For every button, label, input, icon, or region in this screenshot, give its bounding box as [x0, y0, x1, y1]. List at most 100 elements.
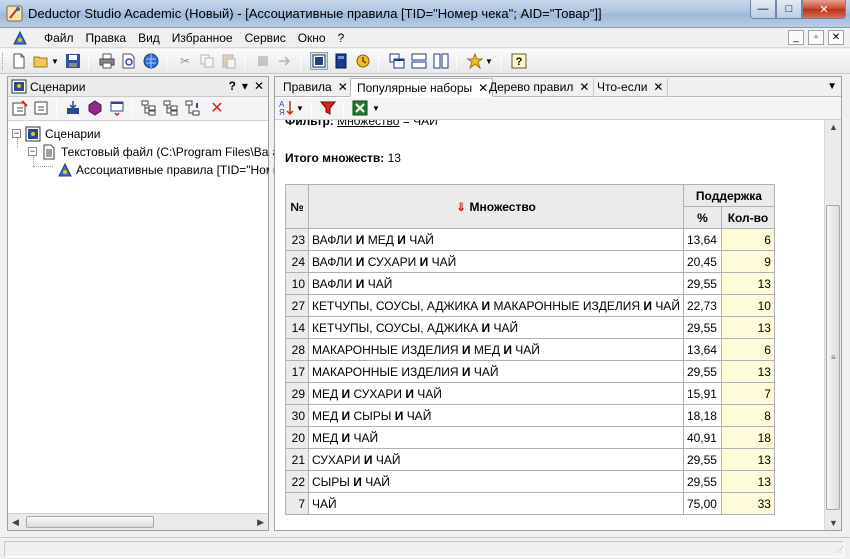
mdi-minimize-button[interactable]: _ [788, 30, 804, 45]
table-row[interactable]: 7 ЧАЙ 75,00 33 [285, 492, 775, 515]
column-header-count[interactable]: Кол-во [720, 206, 775, 229]
cascade-icon[interactable] [388, 52, 406, 70]
table-row[interactable]: 10 ВАФЛИ И ЧАЙ 29,55 13 [285, 272, 775, 295]
sort-icon[interactable]: AЯ [277, 99, 295, 117]
tree-item-association-rules[interactable]: Ассоциативные правила [TID="Номер [8, 161, 287, 179]
panel-menu-button[interactable]: ▾ [242, 79, 248, 93]
export-dropdown-icon[interactable]: ▼ [371, 99, 381, 117]
process-icon[interactable] [86, 99, 104, 117]
scrollbar-thumb[interactable] [26, 516, 154, 528]
paste-icon[interactable] [220, 52, 238, 70]
tab-close-icon[interactable]: ✕ [338, 80, 348, 94]
toolbar-grip[interactable] [2, 53, 5, 70]
copy-icon[interactable] [198, 52, 216, 70]
menu-file[interactable]: Файл [38, 31, 80, 45]
column-header-support[interactable]: Поддержка [682, 184, 775, 207]
row-itemset: ЧАЙ [308, 492, 684, 515]
table-row[interactable]: 20 МЕД И ЧАЙ 40,91 18 [285, 426, 775, 449]
document-icon[interactable] [12, 30, 28, 46]
menu-favorites[interactable]: Избранное [166, 31, 239, 45]
table-row[interactable]: 28 МАКАРОННЫЕ ИЗДЕЛИЯ И МЕД И ЧАЙ 13,64 6 [285, 338, 775, 361]
export-icon[interactable] [108, 99, 126, 117]
scroll-left-icon[interactable]: ◀ [12, 517, 19, 528]
tab-close-icon[interactable]: ✕ [653, 80, 663, 94]
scroll-right-icon[interactable]: ▶ [257, 517, 264, 528]
mdi-restore-button[interactable]: ▫ [808, 30, 824, 45]
run-icon[interactable] [254, 52, 272, 70]
tree-order-icon[interactable] [184, 99, 202, 117]
table-row[interactable]: 21 СУХАРИ И ЧАЙ 29,55 13 [285, 448, 775, 471]
resize-grip-icon[interactable]: ⋰ [836, 545, 848, 557]
row-support-percent: 29,55 [682, 360, 722, 383]
expand-tree-icon[interactable] [140, 99, 158, 117]
collapse-tree-icon[interactable] [162, 99, 180, 117]
panel-splitter[interactable] [269, 76, 273, 531]
close-button[interactable]: ✕ [802, 0, 846, 19]
tree-horizontal-scrollbar[interactable]: ◀ ▶ [8, 513, 268, 530]
print-icon[interactable] [98, 52, 116, 70]
tab-rules[interactable]: Правила ✕ [277, 78, 353, 97]
tab-close-icon[interactable]: ✕ [579, 80, 589, 94]
menu-service[interactable]: Сервис [239, 31, 292, 45]
save-icon[interactable] [64, 52, 82, 70]
item-name: ЧАЙ [417, 386, 442, 401]
scroll-down-icon[interactable]: ▼ [829, 518, 838, 528]
excel-export-icon[interactable] [351, 99, 369, 117]
tab-rules-tree[interactable]: Дерево правил ✕ [483, 78, 595, 97]
panel-help-button[interactable]: ? [229, 79, 236, 93]
tree-expander[interactable]: − [12, 129, 21, 138]
filter-icon[interactable] [319, 99, 337, 117]
row-support-percent: 29,55 [682, 272, 722, 295]
filter-field-link[interactable]: Множество [337, 120, 399, 128]
properties-icon[interactable] [11, 99, 29, 117]
mdi-close-button[interactable]: ✕ [828, 30, 844, 45]
new-file-icon[interactable] [10, 52, 28, 70]
table-row[interactable]: 27 КЕТЧУПЫ, СОУСЫ, АДЖИКА И МАКАРОННЫЕ ИЗ… [285, 294, 775, 317]
monitor-icon[interactable] [354, 52, 372, 70]
scenario-panel-icon[interactable] [310, 52, 328, 70]
favorites-star-icon[interactable] [466, 52, 484, 70]
print-preview-icon[interactable] [120, 52, 138, 70]
open-folder-icon[interactable] [32, 52, 50, 70]
open-dropdown-icon[interactable]: ▼ [50, 52, 60, 70]
content-vertical-scrollbar[interactable]: ▲ ≡ ▼ [824, 120, 841, 530]
globe-icon[interactable] [142, 52, 160, 70]
table-row[interactable]: 14 КЕТЧУПЫ, СОУСЫ, АДЖИКА И ЧАЙ 29,55 13 [285, 316, 775, 339]
tree-item-scenarios[interactable]: − Сценарии [8, 125, 268, 143]
tabs-dropdown-icon[interactable]: ▼ [827, 81, 837, 92]
table-row[interactable]: 29 МЕД И СУХАРИ И ЧАЙ 15,91 7 [285, 382, 775, 405]
tab-popular-sets[interactable]: Популярные наборы ✕ [350, 78, 494, 97]
total-sets-value: 13 [387, 151, 401, 165]
menu-view[interactable]: Вид [132, 31, 166, 45]
tree-item-text-file[interactable]: − Текстовый файл (C:\Program Files\BaseG [8, 143, 290, 161]
tree-expander[interactable]: − [28, 147, 37, 156]
sort-dropdown-icon[interactable]: ▼ [295, 99, 305, 117]
scrollbar-thumb[interactable]: ≡ [826, 205, 840, 510]
menu-window[interactable]: Окно [292, 31, 332, 45]
column-header-percent[interactable]: % [682, 206, 722, 229]
scroll-up-icon[interactable]: ▲ [829, 122, 838, 132]
maximize-button[interactable]: □ [776, 0, 802, 19]
tile-horizontal-icon[interactable] [410, 52, 428, 70]
minimize-button[interactable]: — [750, 0, 776, 19]
cut-icon[interactable]: ✂ [176, 52, 194, 70]
help-icon[interactable]: ? [510, 52, 528, 70]
table-row[interactable]: 30 МЕД И СЫРЫ И ЧАЙ 18,18 8 [285, 404, 775, 427]
table-row[interactable]: 23 ВАФЛИ И МЕД И ЧАЙ 13,64 6 [285, 228, 775, 251]
panel-close-button[interactable]: ✕ [254, 79, 264, 93]
delete-icon[interactable]: ✕ [208, 99, 226, 117]
table-row[interactable]: 24 ВАФЛИ И СУХАРИ И ЧАЙ 20,45 9 [285, 250, 775, 273]
tab-what-if[interactable]: Что-если ✕ [591, 78, 669, 97]
menu-edit[interactable]: Правка [80, 31, 133, 45]
table-row[interactable]: 17 МАКАРОННЫЕ ИЗДЕЛИЯ И ЧАЙ 29,55 13 [285, 360, 775, 383]
import-icon[interactable] [64, 99, 82, 117]
step-icon[interactable] [276, 52, 294, 70]
database-icon[interactable] [332, 52, 350, 70]
menu-help[interactable]: ? [332, 31, 351, 45]
column-header-set[interactable]: ⇓ Множество [308, 184, 684, 229]
favorites-dropdown-icon[interactable]: ▼ [484, 52, 494, 70]
column-header-number[interactable]: № [285, 184, 309, 229]
wizard-icon[interactable] [33, 99, 51, 117]
table-row[interactable]: 22 СЫРЫ И ЧАЙ 29,55 13 [285, 470, 775, 493]
tile-vertical-icon[interactable] [432, 52, 450, 70]
